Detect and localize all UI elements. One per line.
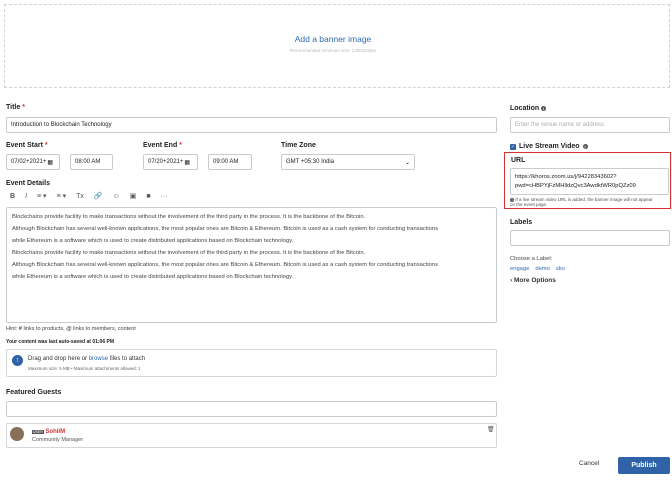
- editor-line: Blockchains provide facility to make tra…: [12, 214, 366, 220]
- location-input[interactable]: Enter the venue name or address: [510, 117, 670, 133]
- italic-icon[interactable]: I: [25, 193, 27, 200]
- more-icon[interactable]: ···: [161, 193, 168, 200]
- autosave-status: Your content was last auto-saved at 01:0…: [6, 339, 114, 345]
- event-details-label: Event Details: [6, 180, 50, 187]
- more-options-toggle[interactable]: › More Options: [510, 277, 556, 284]
- link-icon[interactable]: 🔗: [94, 192, 103, 200]
- guest-search-input[interactable]: [6, 401, 497, 417]
- add-banner-link[interactable]: Add a banner image: [0, 34, 666, 44]
- editor-toolbar: B I ≡ ▾ ≡ ▾ Tx 🔗 ☺ ▣ ■ ···: [10, 192, 168, 201]
- labels-input[interactable]: [510, 230, 670, 246]
- banner-hint: Recommended minimum size: 1280x200px: [289, 48, 377, 53]
- editor-line: Blockchains provide facility to make tra…: [12, 250, 366, 256]
- guest-name[interactable]: SohilM: [45, 429, 65, 435]
- live-stream-checkbox[interactable]: ✓: [510, 143, 516, 150]
- publish-button[interactable]: Publish: [618, 457, 670, 474]
- attach-instructions: Drag and drop here or browse files to at…: [28, 356, 146, 362]
- image-icon[interactable]: ▣: [130, 192, 137, 200]
- timezone-label: Time Zone: [281, 142, 316, 149]
- event-end-date-input[interactable]: 07/20+2021+ ▦: [143, 154, 198, 170]
- url-input[interactable]: https://khoros.zoom.us/j/94228343602? pw…: [510, 168, 669, 195]
- event-end-time-input[interactable]: 09:00 AM: [208, 154, 252, 170]
- live-stream-row: ✓ Live Stream Video i: [510, 143, 588, 150]
- editor-line: while Ethereum is a software which is us…: [12, 274, 294, 280]
- choose-label-text: Choose a Label:: [510, 256, 553, 262]
- event-start-date-input[interactable]: 07/02+2021+ ▦: [6, 154, 60, 170]
- rank-badge: USER: [32, 430, 44, 434]
- clear-format-icon[interactable]: Tx: [76, 193, 84, 200]
- info-icon: i: [541, 105, 547, 111]
- info-icon: i: [582, 144, 588, 149]
- event-start-time-input[interactable]: 08:00 AM: [70, 154, 113, 170]
- timezone-select[interactable]: GMT +05:30 India ⌄: [281, 154, 415, 170]
- chevron-down-icon: ⌄: [404, 159, 410, 166]
- upload-cloud-icon: ↑: [12, 355, 23, 366]
- location-label: Location i: [510, 105, 547, 112]
- event-start-label: Event Start *: [6, 142, 48, 149]
- numbered-list-icon[interactable]: ≡ ▾: [57, 192, 67, 200]
- event-details-editor[interactable]: Blockchains provide facility to make tra…: [6, 207, 497, 323]
- chevron-right-icon: ›: [510, 277, 513, 284]
- calendar-icon[interactable]: ▦: [47, 159, 53, 166]
- label-tag-sko[interactable]: sko: [556, 266, 565, 272]
- bullet-list-icon[interactable]: ≡ ▾: [37, 192, 47, 200]
- url-label: URL: [511, 157, 526, 164]
- bold-icon[interactable]: B: [10, 193, 15, 200]
- guest-role: Community Manager: [32, 437, 84, 443]
- title-input[interactable]: Introduction to Blockchain Technology: [6, 117, 497, 133]
- featured-guests-label: Featured Guests: [6, 389, 62, 396]
- attachment-dropzone[interactable]: [6, 349, 497, 377]
- cancel-button[interactable]: Cancel: [579, 460, 599, 467]
- editor-line: while Ethereum is a software which is us…: [12, 238, 294, 244]
- labels-label: Labels: [510, 219, 533, 226]
- label-tag-engage[interactable]: engage: [510, 266, 529, 272]
- banner-dropzone[interactable]: [4, 4, 670, 88]
- label-tags: engage demo sko: [510, 266, 565, 272]
- guest-name-row: USER SohilM: [32, 429, 65, 435]
- editor-hint: Hint: # links to products, @ links to me…: [6, 326, 136, 332]
- trash-icon[interactable]: 🗑: [487, 426, 495, 433]
- avatar: [10, 427, 24, 441]
- emoji-icon[interactable]: ☺: [113, 193, 120, 200]
- editor-line: Although Blockchain has several well-kno…: [12, 226, 438, 232]
- attach-limits: Maximum size: 5 MB • Maximum attachments…: [28, 366, 141, 371]
- calendar-icon[interactable]: ▦: [184, 159, 190, 166]
- editor-line: Although Blockchain has several well-kno…: [12, 262, 438, 268]
- title-label: Title *: [6, 104, 25, 111]
- browse-link[interactable]: browse: [89, 356, 108, 362]
- label-tag-demo[interactable]: demo: [535, 266, 550, 272]
- guest-card: [6, 423, 497, 448]
- video-icon[interactable]: ■: [146, 193, 150, 200]
- event-end-label: Event End *: [143, 142, 182, 149]
- url-note: i If a live stream video URL is added, t…: [510, 197, 653, 207]
